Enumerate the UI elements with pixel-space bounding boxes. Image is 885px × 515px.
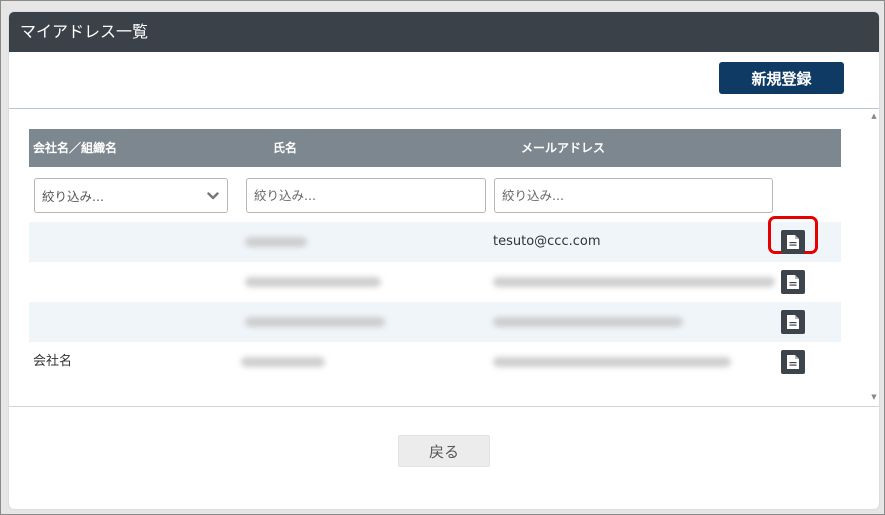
detail-button[interactable]	[781, 270, 805, 294]
table-header: 会社名／組織名 氏名 メールアドレス	[29, 129, 841, 167]
table-row[interactable]: 会社名	[29, 342, 841, 382]
email-cell-blurred	[493, 277, 775, 287]
name-cell-blurred	[245, 237, 307, 247]
column-header-name[interactable]: 氏名	[273, 129, 297, 167]
document-icon	[787, 275, 799, 289]
triangle-up-icon[interactable]: ▲	[870, 111, 878, 121]
dialog-footer: 戻る	[9, 406, 879, 509]
new-registration-button[interactable]: 新規登録	[719, 62, 844, 94]
name-cell-blurred	[245, 317, 385, 327]
document-icon	[787, 235, 799, 249]
detail-button[interactable]	[781, 310, 805, 334]
document-icon	[787, 315, 799, 329]
table-row[interactable]: tesuto@ccc.com	[29, 216, 841, 262]
dialog-title: マイアドレス一覧	[9, 12, 879, 52]
detail-button[interactable]	[781, 350, 805, 374]
column-header-email[interactable]: メールアドレス	[521, 129, 605, 167]
vertical-scrollbar[interactable]: ▲ ▼	[869, 109, 879, 406]
email-filter-input[interactable]	[494, 178, 773, 213]
name-cell-blurred	[241, 357, 325, 367]
email-cell-blurred	[493, 317, 683, 327]
window-frame: マイアドレス一覧 新規登録 会社名／組織名 氏名 メールアドレス 絞り込み...	[0, 0, 885, 515]
column-header-company[interactable]: 会社名／組織名	[33, 129, 117, 167]
company-filter-select[interactable]: 絞り込み...	[34, 178, 228, 213]
detail-button[interactable]	[781, 230, 805, 254]
toolbar: 新規登録	[9, 52, 879, 109]
email-cell: tesuto@ccc.com	[493, 234, 601, 249]
table-row[interactable]	[29, 262, 841, 302]
name-filter-input[interactable]	[246, 178, 486, 213]
company-cell: 会社名	[33, 354, 73, 369]
email-cell-blurred	[493, 357, 731, 367]
document-icon	[787, 355, 799, 369]
company-filter-placeholder: 絞り込み...	[42, 189, 104, 204]
back-button[interactable]: 戻る	[398, 435, 490, 467]
triangle-down-icon[interactable]: ▼	[870, 392, 878, 402]
my-address-list-dialog: マイアドレス一覧 新規登録 会社名／組織名 氏名 メールアドレス 絞り込み...	[9, 12, 879, 509]
address-table-area: 会社名／組織名 氏名 メールアドレス 絞り込み... tesuto@ccc.co…	[9, 109, 879, 406]
chevron-down-icon	[207, 192, 219, 200]
table-row[interactable]	[29, 302, 841, 342]
name-cell-blurred	[245, 277, 381, 287]
